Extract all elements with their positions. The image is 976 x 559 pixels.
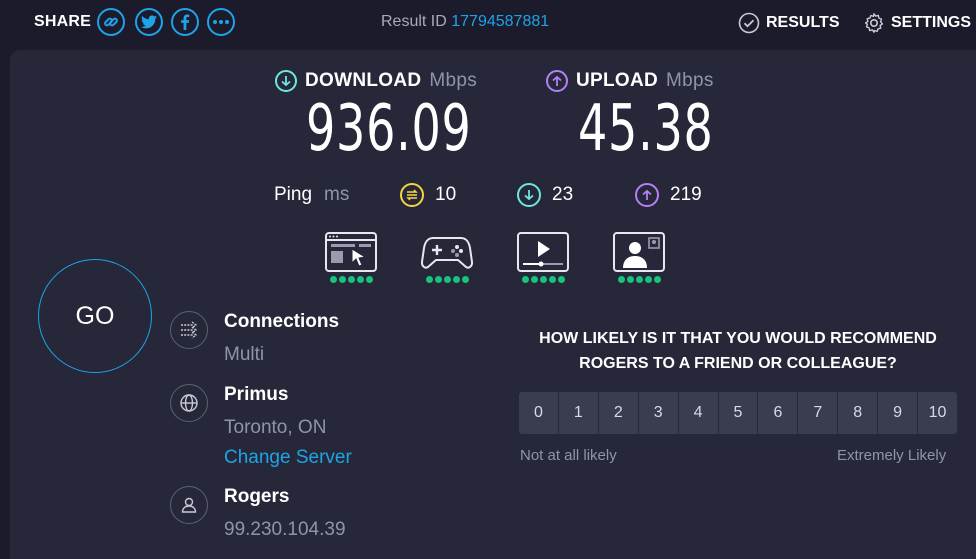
provider-name: Rogers bbox=[224, 486, 290, 507]
upload-arrow-icon bbox=[546, 70, 568, 92]
more-icon[interactable] bbox=[207, 8, 235, 36]
scale-high-label: Extremely Likely bbox=[837, 447, 947, 464]
link-icon[interactable] bbox=[97, 8, 125, 36]
download-latency-icon bbox=[517, 183, 541, 207]
usecase-streaming[interactable] bbox=[517, 232, 569, 283]
scale-option-10[interactable]: 10 bbox=[918, 392, 957, 434]
rating-dots bbox=[521, 276, 565, 283]
survey-question: HOW LIKELY IS IT THAT YOU WOULD RECOMMEN… bbox=[539, 330, 937, 372]
top-bar: SHARE Result ID 17794587881 RESULTS SETT… bbox=[0, 0, 976, 46]
rating-dots bbox=[329, 276, 373, 283]
download-unit: Mbps bbox=[429, 70, 478, 91]
upload-header: UPLOAD Mbps bbox=[546, 70, 714, 92]
server-name: Primus bbox=[224, 384, 289, 405]
ping-idle: 10 bbox=[400, 183, 456, 207]
share-label: SHARE bbox=[34, 13, 92, 30]
scale-option-1[interactable]: 1 bbox=[558, 392, 598, 434]
gear-icon bbox=[864, 13, 884, 33]
scale-option-0[interactable]: 0 bbox=[519, 392, 558, 434]
upload-latency-icon bbox=[635, 183, 659, 207]
video-call-icon bbox=[613, 232, 665, 272]
download-speed-value: 936.09 bbox=[306, 92, 472, 166]
result-id-value[interactable]: 17794587881 bbox=[451, 13, 549, 30]
usecase-video-call[interactable] bbox=[613, 232, 665, 283]
settings-button[interactable]: SETTINGS bbox=[863, 12, 971, 34]
connections-title: Connections bbox=[224, 311, 340, 332]
scale-option-9[interactable]: 9 bbox=[878, 392, 918, 434]
nps-scale: 0 1 2 3 4 5 6 7 8 9 10 bbox=[519, 392, 957, 434]
ping-header: Ping ms bbox=[274, 184, 349, 206]
web-browsing-icon bbox=[325, 232, 377, 272]
server-location: Toronto, ON bbox=[224, 417, 327, 438]
download-arrow-icon bbox=[275, 70, 297, 92]
upload-label: UPLOAD bbox=[576, 70, 659, 91]
usecase-web-browsing[interactable] bbox=[325, 232, 377, 283]
ping-upload: 219 bbox=[635, 183, 702, 207]
ping-upload-value: 219 bbox=[670, 184, 702, 205]
scale-option-5[interactable]: 5 bbox=[718, 392, 758, 434]
facebook-icon[interactable] bbox=[171, 8, 199, 36]
settings-label: SETTINGS bbox=[891, 14, 972, 31]
scale-option-4[interactable]: 4 bbox=[678, 392, 718, 434]
ping-idle-value: 10 bbox=[435, 184, 457, 205]
globe-icon bbox=[170, 384, 208, 422]
check-circle-icon bbox=[738, 12, 760, 34]
usecase-gaming[interactable] bbox=[421, 232, 473, 283]
upload-unit: Mbps bbox=[666, 70, 714, 91]
streaming-icon bbox=[517, 232, 569, 272]
idle-latency-icon bbox=[400, 183, 424, 207]
twitter-icon[interactable] bbox=[135, 8, 163, 36]
result-id-label: Result ID bbox=[381, 13, 447, 30]
results-button[interactable]: RESULTS bbox=[738, 12, 839, 34]
change-server-link[interactable]: Change Server bbox=[224, 447, 352, 469]
ping-download: 23 bbox=[517, 183, 573, 207]
gaming-icon bbox=[421, 237, 473, 269]
scale-option-8[interactable]: 8 bbox=[838, 392, 878, 434]
connections-icon[interactable] bbox=[170, 311, 208, 349]
user-icon bbox=[170, 486, 208, 524]
ping-unit: ms bbox=[324, 184, 350, 205]
results-label: RESULTS bbox=[766, 14, 840, 31]
scale-option-3[interactable]: 3 bbox=[638, 392, 678, 434]
result-id: Result ID 17794587881 bbox=[381, 13, 549, 31]
connections-value: Multi bbox=[224, 344, 265, 365]
download-header: DOWNLOAD Mbps bbox=[275, 70, 477, 92]
provider-ip: 99.230.104.39 bbox=[224, 519, 346, 540]
scale-option-2[interactable]: 2 bbox=[598, 392, 638, 434]
results-panel bbox=[10, 50, 976, 559]
rating-dots bbox=[425, 276, 469, 283]
ping-download-value: 23 bbox=[552, 184, 574, 205]
upload-speed-value: 45.38 bbox=[578, 92, 714, 166]
scale-option-7[interactable]: 7 bbox=[798, 392, 838, 434]
ping-label: Ping bbox=[274, 184, 313, 205]
download-label: DOWNLOAD bbox=[305, 70, 422, 91]
go-button[interactable]: GO bbox=[38, 259, 152, 373]
scale-low-label: Not at all likely bbox=[520, 447, 617, 464]
scale-option-6[interactable]: 6 bbox=[758, 392, 798, 434]
rating-dots bbox=[617, 276, 661, 283]
